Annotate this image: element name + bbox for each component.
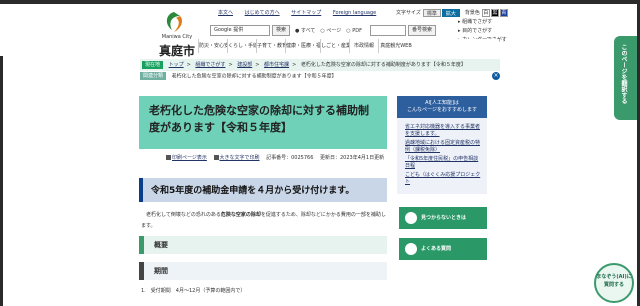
subheading-text: 令和5年度の補助金申請を４月から受け付けます。: [151, 186, 355, 196]
large-print-icon: [213, 155, 219, 160]
body-pre: 老朽化して倒壊などの恐れのある: [141, 212, 221, 218]
search-icon: [405, 212, 417, 224]
page-number-input[interactable]: [369, 25, 406, 36]
ai-recommend-item[interactable]: 過疎地域における固定資産税の特例（課税免除）: [405, 140, 483, 154]
close-icon[interactable]: ×: [492, 72, 500, 80]
breadcrumb: 現在地 トップ > 組織でさがす > 建設部 > 都市住宅課 > 老朽化した危険な空家の…: [140, 59, 500, 71]
nav-item-tourism[interactable]: 真庭観光WEB: [378, 39, 413, 53]
translate-tab-label: このページを翻訳する: [620, 44, 627, 104]
not-found-button[interactable]: 見つからないときは: [399, 207, 487, 229]
breadcrumb-top[interactable]: トップ: [169, 62, 184, 68]
nav-item-work[interactable]: しごと・産業: [320, 39, 349, 53]
not-found-label: 見つからないときは: [421, 215, 467, 221]
ai-recommend-item[interactable]: 省エネ対応機器を導入する事業者を支援します。: [405, 124, 483, 138]
search-input[interactable]: Google 提供: [210, 25, 270, 36]
ai-recommend-list: 省エネ対応機器を導入する事業者を支援します。 過疎地域における固定資産税の特例（…: [405, 124, 483, 188]
breadcrumb-current: 老朽化した危険な空家の除却に対する補助制度があります【令和５年度】: [300, 62, 466, 68]
top-link-sitemap[interactable]: サイトマップ: [291, 10, 321, 16]
section-period: 期間: [139, 262, 387, 280]
radio-all[interactable]: ● すべて: [295, 27, 315, 34]
page-title: 老朽化した危険な空家の除却に対する補助制度があります【令和５年度】: [149, 104, 369, 134]
breadcrumb-construction[interactable]: 建設部: [237, 62, 252, 68]
ai-panel-header: AI[人工知能]は こんなページをおすすめします: [397, 96, 487, 118]
faq-button[interactable]: よくある質問: [399, 238, 487, 260]
list-item: 1. 受付期間 4月～12月（予算の範囲内で）: [141, 288, 246, 294]
print-icon: [166, 155, 171, 160]
section-overview: 概要: [139, 236, 387, 254]
nav-item-city-info[interactable]: 市政情報: [349, 39, 378, 53]
font-size-standard-button[interactable]: 標準: [422, 8, 441, 17]
related-category: 関連分類 老朽化した危険な空家の除却に対する補助制度があります【令和５年度】: [140, 72, 500, 81]
nav-item-health[interactable]: 健康・医療・福祉: [285, 39, 320, 53]
breadcrumb-organization[interactable]: 組織でさがす: [195, 62, 225, 68]
nav-item-safety[interactable]: 防災・安心安全: [198, 39, 227, 53]
page-title-box: 老朽化した危険な空家の除却に対する補助制度があります【令和５年度】: [139, 96, 387, 149]
font-size-label: 文字サイズ: [396, 10, 421, 16]
breadcrumb-tag: 現在地: [142, 60, 164, 69]
ai-recommend-item[interactable]: 「令和5年度住民税」の申告相談日程: [405, 156, 483, 170]
subheading: 令和5年度の補助金申請を４月から受け付けます。: [139, 178, 387, 202]
radio-page-label: ページ: [326, 28, 342, 34]
bg-black-button[interactable]: 黒: [490, 8, 499, 17]
print-link[interactable]: 印刷ページ表示: [172, 155, 207, 161]
body-bold: 危険な空家の除却: [220, 212, 261, 218]
quick-link-purpose[interactable]: ▸ 目的でさがす: [458, 27, 588, 34]
related-text: 老朽化した危険な空家の除却に対する補助制度があります【令和５年度】: [171, 73, 337, 80]
top-link-main[interactable]: 本文へ: [218, 10, 233, 16]
bg-blue-button[interactable]: 青: [499, 8, 508, 17]
top-link-foreign-language[interactable]: Foreign language: [333, 10, 376, 16]
chat-line-2: 質問する: [603, 282, 624, 288]
search-row: Google 提供 検索 ● すべて ○ ページ ○ PDF 番号検索: [210, 25, 436, 36]
ai-recommend-panel: AI[人工知能]は こんなページをおすすめします 省エネ対応機器を導入する事業者…: [397, 96, 487, 194]
quick-link-purpose-label: 目的でさがす: [462, 28, 493, 34]
faq-label: よくある質問: [421, 246, 452, 252]
large-print-link[interactable]: 大きな文字で印刷: [220, 155, 260, 161]
font-size-large-button[interactable]: 拡大: [441, 8, 460, 17]
accessibility-controls: 文字サイズ 標準 拡大 背景色 白 黒 青: [396, 8, 509, 17]
radio-all-label: すべて: [300, 28, 316, 34]
top-links: 本文へ はじめての方へ サイトマップ Foreign language: [218, 9, 386, 16]
radio-page[interactable]: ○ ページ: [320, 27, 341, 34]
article-number: 記事番号：0025766: [266, 155, 314, 161]
question-icon: [405, 243, 417, 255]
city-logo[interactable]: Maniwa City 真庭市: [152, 10, 202, 60]
nav-item-living[interactable]: くらし・手続き: [227, 39, 256, 53]
article-meta: 印刷ページ表示 大きな文字で印刷 記事番号：0025766 更新日：2023年4…: [166, 154, 390, 164]
ai-recommend-item[interactable]: こども（はぐくみ応援プロジェクト: [405, 172, 483, 186]
radio-pdf[interactable]: ○ PDF: [346, 28, 362, 34]
related-tag: 関連分類: [140, 72, 167, 80]
page-number-search-button[interactable]: 番号検索: [407, 25, 436, 36]
chat-line-1: まなぞう(AI)に: [596, 274, 632, 280]
bg-white-button[interactable]: 白: [481, 8, 490, 17]
global-nav: 防災・安心安全 くらし・手続き 子育て・教育 健康・医療・福祉 しごと・産業 市…: [198, 39, 499, 53]
logo-japanese: 真庭市: [158, 44, 195, 58]
top-link-first-visit[interactable]: はじめての方へ: [245, 10, 280, 16]
city-emblem-icon: [166, 12, 182, 32]
bg-color-label: 背景色: [464, 10, 480, 16]
nav-item-childcare[interactable]: 子育て・教育: [256, 39, 285, 53]
body-paragraph: 老朽化して倒壊などの恐れのある危険な空家の除却を促進するため、除却などにかかる費…: [141, 210, 387, 232]
logo-english: Maniwa City: [161, 34, 193, 40]
quick-link-organization[interactable]: ▸ 組織でさがす: [458, 18, 588, 25]
breadcrumb-urban-housing[interactable]: 都市住宅課: [264, 62, 289, 68]
search-button[interactable]: 検索: [272, 25, 291, 36]
radio-pdf-label: PDF: [352, 27, 362, 34]
ai-chat-button[interactable]: まなぞう(AI)に 質問する: [594, 263, 634, 303]
updated-date: 更新日：2023年4月1日更新: [319, 155, 385, 161]
quick-link-organization-label: 組織でさがす: [462, 19, 493, 25]
